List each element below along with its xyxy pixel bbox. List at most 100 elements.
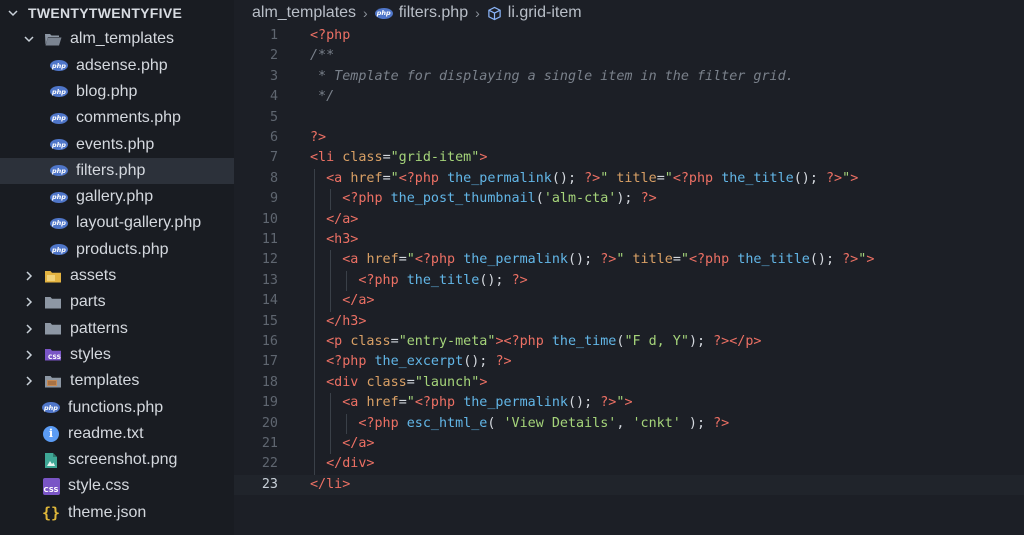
code-line[interactable]: 23 </li> [234, 474, 1024, 496]
code-token: ( [487, 415, 504, 431]
code-line[interactable]: 1 <?php [234, 26, 1024, 46]
code-token: "F d, Y" [624, 334, 689, 349]
code-text: <a href="<?php the_permalink(); ?>"> [310, 393, 633, 413]
code-line[interactable]: 3 * Template for displaying a single ite… [234, 67, 1024, 87]
code-token: <?php [358, 415, 407, 431]
code-text: * Template for displaying a single item … [310, 67, 794, 87]
code-line[interactable]: 9 <?php the_post_thumbnail('alm-cta'); ?… [234, 189, 1024, 210]
line-number: 2 [269, 48, 278, 64]
code-line[interactable]: 19 <a href="<?php the_permalink(); ?>"> [234, 393, 1024, 414]
code-line[interactable]: 5 [234, 108, 1024, 128]
code-line[interactable]: 4 */ [234, 87, 1024, 107]
explorer-item-style-css[interactable]: CSS style.css [0, 473, 234, 499]
code-line[interactable]: 18 <div class="launch"> [234, 372, 1024, 394]
chevron-right-icon[interactable] [22, 322, 36, 336]
code-line[interactable]: 22 </div> [234, 454, 1024, 475]
explorer-item-templates[interactable]: templates [0, 368, 234, 394]
php-icon: php [50, 162, 68, 180]
code-token: "entry-meta" [398, 334, 496, 349]
code-token: " [664, 170, 673, 186]
breadcrumb-file[interactable]: filters.php [399, 4, 468, 22]
line-number: 7 [269, 150, 278, 166]
code-line[interactable]: 7 <li class="grid-item"> [234, 148, 1024, 168]
code-token: href [366, 252, 399, 268]
code-token: the_permalink [463, 252, 568, 268]
explorer-item-label: styles [70, 345, 111, 363]
chevron-right-icon[interactable] [22, 269, 36, 283]
explorer-item-styles[interactable]: CSS styles [0, 342, 234, 368]
code-line[interactable]: 10 </a> [234, 209, 1024, 230]
breadcrumb-symbol[interactable]: li.grid-item [508, 4, 582, 22]
explorer-item-events-php[interactable]: php events.php [0, 132, 234, 158]
line-number: 5 [269, 109, 278, 125]
code-token: <?php [414, 395, 464, 411]
explorer-item-label: patterns [70, 319, 128, 337]
code-token: esc_html_e [406, 415, 488, 431]
folder-open-icon [44, 30, 62, 48]
code-token: <a [342, 252, 367, 268]
code-token: ?> [600, 395, 617, 411]
explorer-item-theme-json[interactable]: {} theme.json [0, 500, 234, 526]
code-token: </li> [310, 476, 351, 492]
code-editor[interactable]: alm_templates › php filters.php › li.gri… [234, 0, 1024, 535]
code-token: 'View Details' [503, 415, 617, 431]
breadcrumb-folder[interactable]: alm_templates [252, 4, 356, 22]
chevron-down-icon[interactable] [6, 6, 20, 20]
code-token: > [624, 395, 633, 411]
code-line[interactable]: 11 <h3> [234, 230, 1024, 251]
explorer-item-functions-php[interactable]: php functions.php [0, 395, 234, 421]
explorer-item-products-php[interactable]: php products.php [0, 237, 234, 263]
explorer-item-blog-php[interactable]: php blog.php [0, 79, 234, 105]
explorer-item-filters-php[interactable]: php filters.php [0, 157, 234, 184]
explorer-item-label: alm_templates [70, 30, 175, 48]
line-number: 10 [261, 211, 278, 227]
code-text: <a href="<?php the_permalink(); ?>" titl… [310, 250, 874, 270]
code-line[interactable]: 21 </a> [234, 434, 1024, 455]
explorer-item-alm-templates[interactable]: alm_templates [0, 26, 234, 52]
explorer-item-gallery-php[interactable]: php gallery.php [0, 184, 234, 210]
chevron-right-icon: › [363, 5, 368, 21]
chevron-right-icon[interactable] [22, 348, 36, 362]
code-line[interactable]: 20 <?php esc_html_e( 'View Details', 'cn… [234, 413, 1024, 434]
code-token: = [390, 334, 399, 349]
code-token: <div [326, 374, 367, 390]
chevron-right-icon[interactable] [22, 295, 36, 309]
code-line[interactable]: 17 <?php the_excerpt(); ?> [234, 352, 1024, 373]
code-text: <div class="launch"> [310, 373, 487, 393]
line-number: 13 [261, 272, 278, 288]
code-token: </p> [729, 334, 762, 349]
code-token: href [350, 170, 383, 186]
explorer-item-screenshot-png[interactable]: screenshot.png [0, 447, 234, 473]
code-line[interactable]: 12 <a href="<?php the_permalink(); ?>" t… [234, 250, 1024, 271]
chevron-down-icon[interactable] [22, 32, 36, 46]
code-line[interactable]: 16 <p class="entry-meta"><?php the_time(… [234, 332, 1024, 353]
explorer-item-patterns[interactable]: patterns [0, 316, 234, 342]
code-token: = [382, 150, 391, 166]
explorer-item-parts[interactable]: parts [0, 289, 234, 315]
explorer-item-label: theme.json [68, 503, 147, 521]
code-token: </div> [326, 456, 375, 472]
line-number: 19 [261, 395, 278, 411]
code-token: "launch" [414, 374, 480, 390]
code-line[interactable]: 14 </a> [234, 291, 1024, 312]
code-token: = [382, 170, 391, 186]
code-line[interactable]: 2 /** [234, 46, 1024, 66]
explorer-item-assets[interactable]: assets [0, 263, 234, 289]
explorer-item-adsense-php[interactable]: php adsense.php [0, 53, 234, 79]
code-line[interactable]: 15 </h3> [234, 311, 1024, 332]
code-token: <?php [342, 191, 391, 207]
code-token: the_title [406, 272, 480, 288]
explorer-item-comments-php[interactable]: php comments.php [0, 105, 234, 131]
code-line[interactable]: 13 <?php the_title(); ?> [234, 270, 1024, 292]
code-line[interactable]: 6 ?> [234, 128, 1024, 148]
code-line[interactable]: 8 <a href="<?php the_permalink(); ?>" ti… [234, 168, 1024, 190]
explorer-item-readme-txt[interactable]: i readme.txt [0, 421, 234, 447]
explorer-item-layout-gallery-php[interactable]: php layout-gallery.php [0, 210, 234, 236]
chevron-right-icon[interactable] [22, 374, 36, 388]
code-token: = [672, 252, 681, 268]
explorer-root-folder[interactable]: TWENTYTWENTYFIVE [0, 0, 234, 26]
code-text: <p class="entry-meta"><?php the_time("F … [310, 332, 762, 352]
